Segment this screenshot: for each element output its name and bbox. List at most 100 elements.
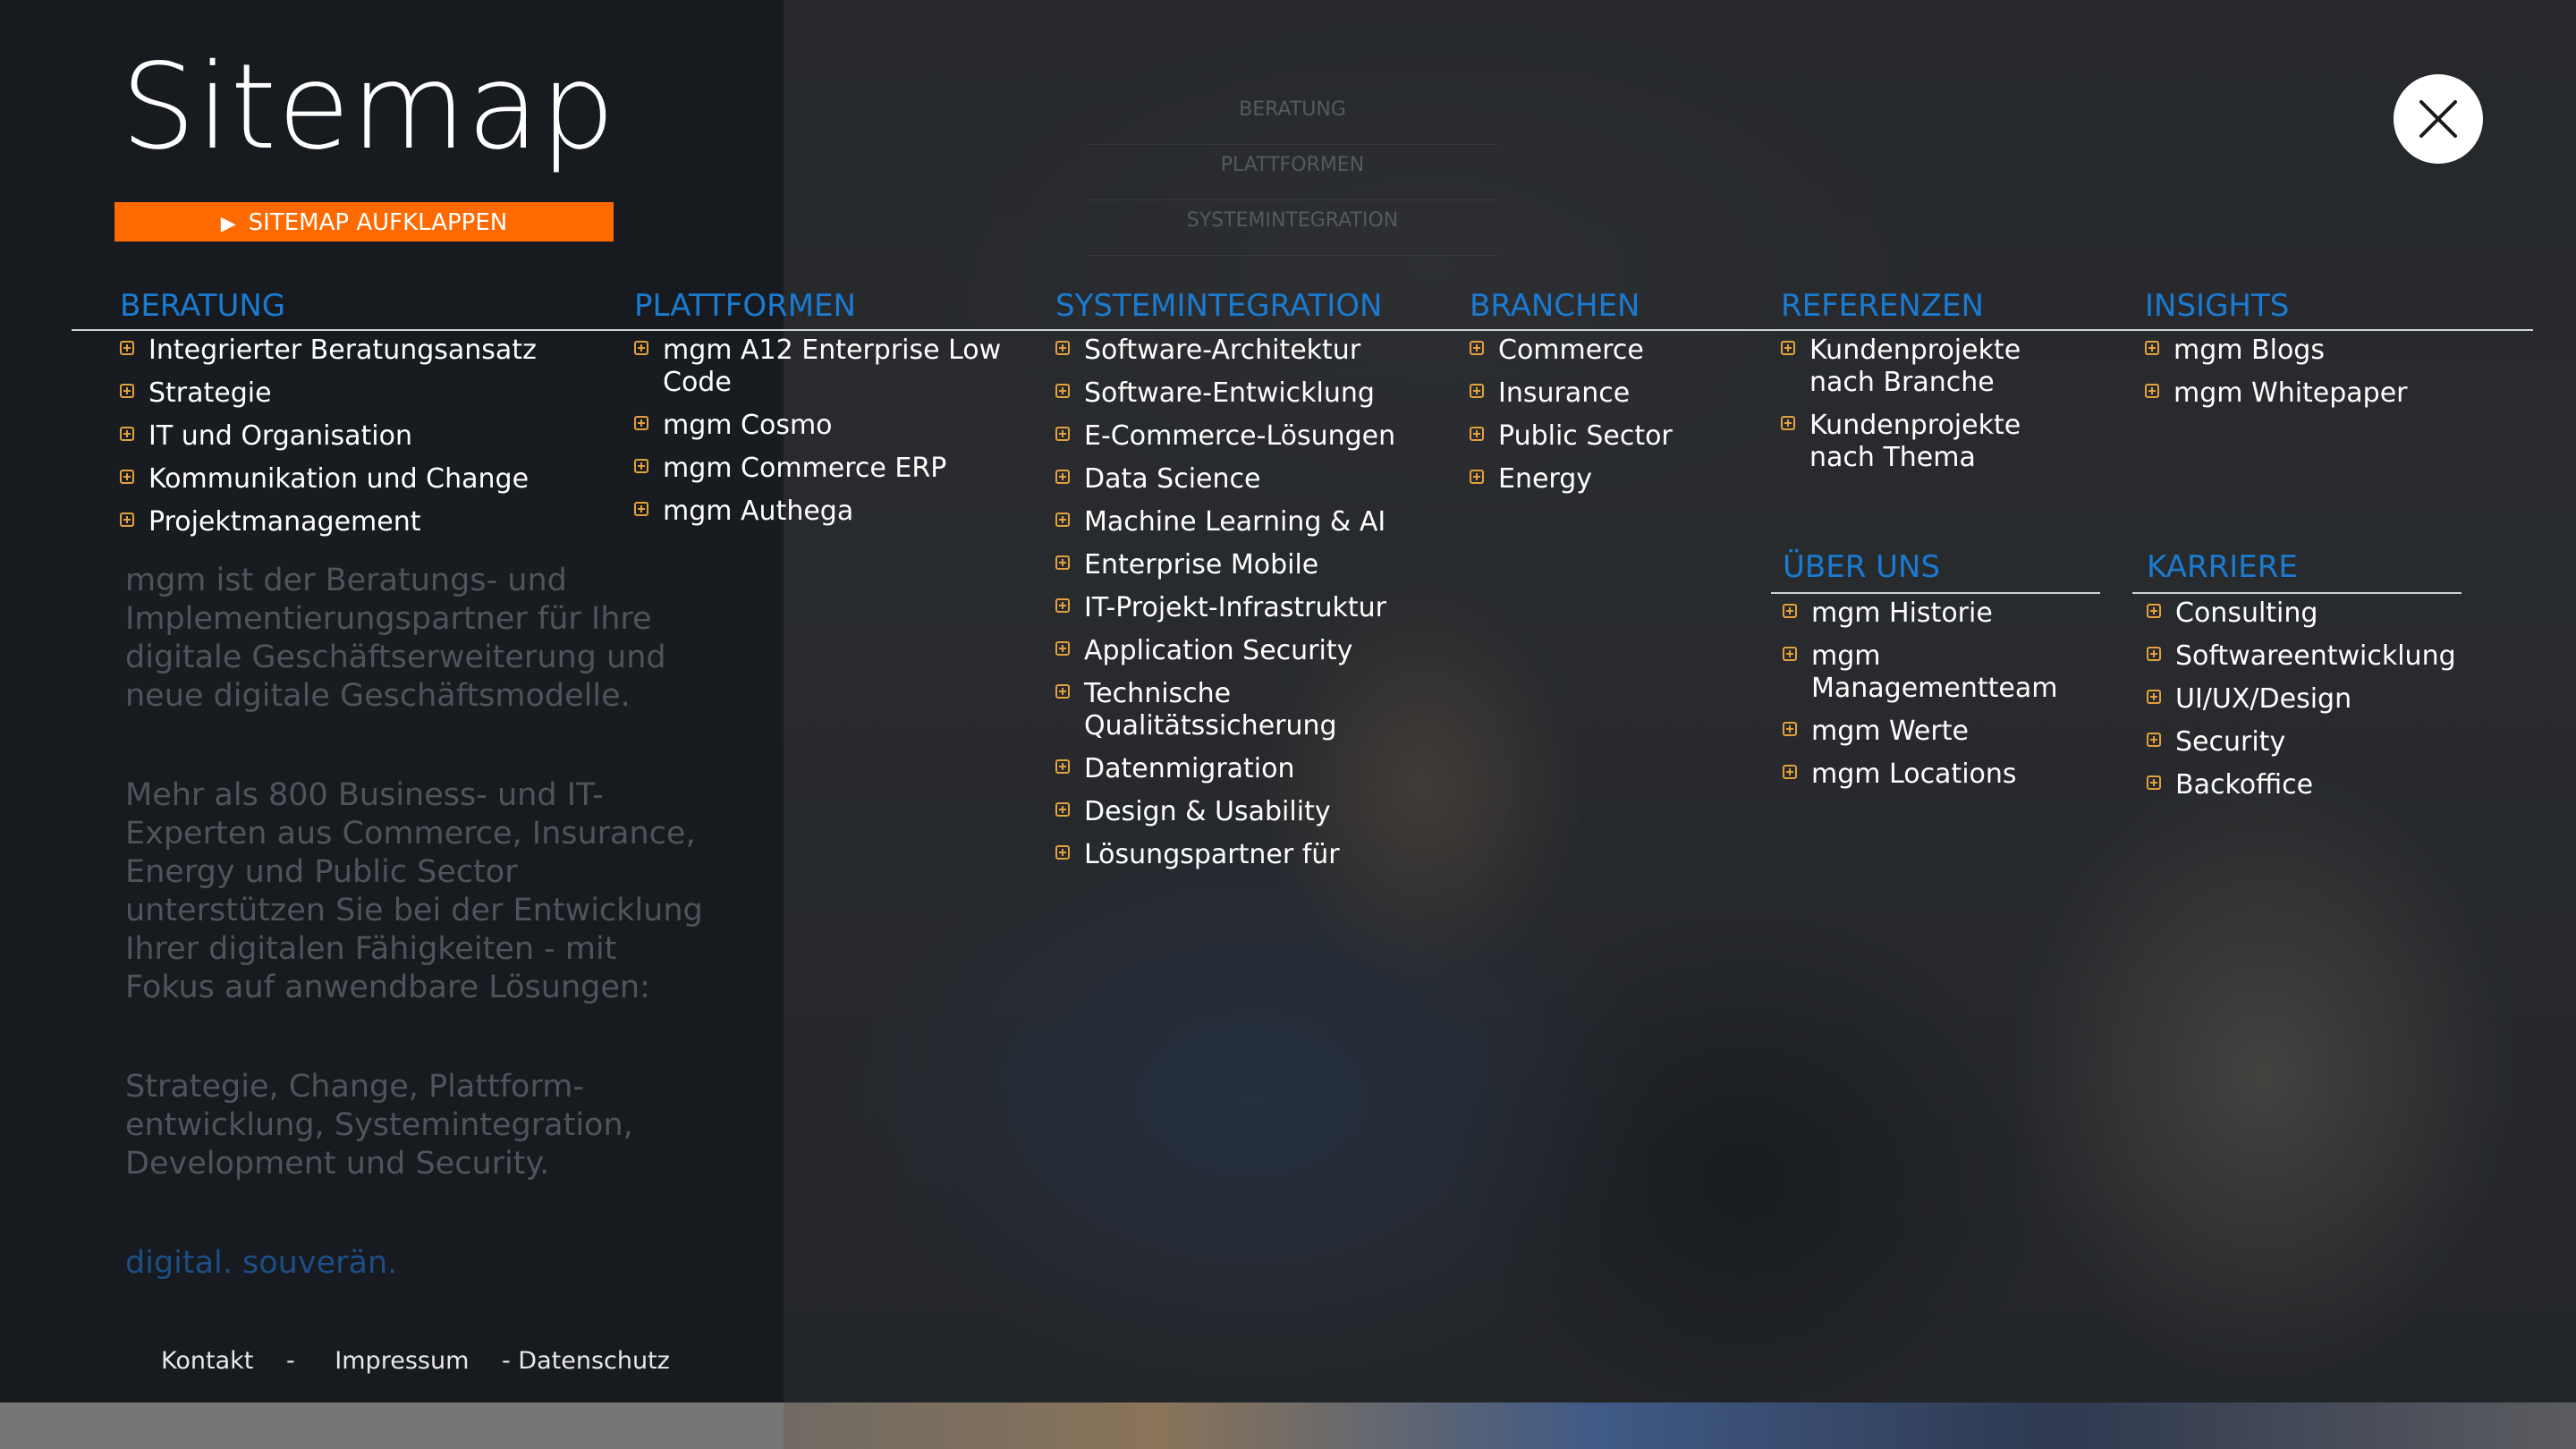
sitemap-link[interactable]: mgm Cosmo — [634, 410, 1010, 442]
heading-ueber-uns[interactable]: ÜBER UNS — [1783, 547, 1940, 587]
footer-separator: - — [285, 1347, 295, 1375]
sitemap-link[interactable]: mgm Locations — [1783, 758, 2131, 791]
sitemap-link[interactable]: Enterprise Mobile — [1055, 549, 1440, 581]
sitemap-link[interactable]: Security — [2147, 726, 2540, 758]
plus-square-icon — [1055, 470, 1070, 484]
plus-square-icon — [1055, 598, 1070, 613]
plus-square-icon — [1055, 513, 1070, 527]
karriere-divider — [2132, 592, 2462, 594]
kontakt-link[interactable]: Kontakt — [161, 1347, 253, 1375]
plus-square-icon — [634, 416, 648, 430]
sitemap-link[interactable]: Datenmigration — [1055, 753, 1440, 785]
impressum-link[interactable]: Impressum — [335, 1347, 469, 1375]
list-karriere: Consulting Softwareentwicklung UI/UX/Des… — [2147, 597, 2540, 812]
sitemap-link[interactable]: IT-Projekt-Infrastruktur — [1055, 592, 1440, 624]
sitemap-link[interactable]: mgm Historie — [1783, 597, 2131, 630]
plus-square-icon — [2147, 604, 2161, 618]
list-branchen: Commerce Insurance Public Sector Energy — [1470, 335, 1738, 506]
plus-square-icon — [1470, 427, 1484, 441]
heading-systemintegration[interactable]: SYSTEMINTEGRATION — [1055, 286, 1382, 326]
sitemap-link[interactable]: Software-Entwicklung — [1055, 377, 1440, 410]
sitemap-link[interactable]: UI/UX/Design — [2147, 683, 2540, 716]
sitemap-link[interactable]: Softwareentwicklung — [2147, 640, 2540, 673]
sitemap-link[interactable]: Application Security — [1055, 635, 1440, 667]
heading-beratung[interactable]: BERATUNG — [120, 286, 285, 326]
sitemap-link[interactable]: Consulting — [2147, 597, 2540, 630]
sitemap-link[interactable]: Public Sector — [1470, 420, 1738, 453]
plus-square-icon — [2145, 384, 2159, 398]
sitemap-link[interactable]: Software-Architektur — [1055, 335, 1440, 367]
list-ueber-uns: mgm Historie mgm Managementteam mgm Wert… — [1783, 597, 2131, 801]
sitemap-link[interactable]: mgm Managementteam — [1783, 640, 2131, 705]
sitemap-link[interactable]: IT und Organisation — [120, 420, 603, 453]
datenschutz-link[interactable]: - Datenschutz — [502, 1347, 670, 1375]
play-triangle-icon: ▶ — [220, 213, 236, 235]
background-nav-item: PLATTFORMEN — [1087, 145, 1498, 200]
plus-square-icon — [120, 384, 134, 398]
sitemap-link[interactable]: Kommunikation und Change — [120, 463, 603, 496]
plus-square-icon — [1055, 684, 1070, 699]
sitemap-link[interactable]: Backoffice — [2147, 769, 2540, 801]
intro-paragraph: Mehr als 800 Business- und IT-Experten a… — [125, 777, 703, 1005]
plus-square-icon — [2147, 647, 2161, 661]
background-nav-item: BERATUNG — [1087, 89, 1498, 145]
sitemap-link[interactable]: Integrierter Beratungsansatz — [120, 335, 603, 367]
expand-sitemap-button[interactable]: ▶ SITEMAP AUFKLAPPEN — [114, 202, 614, 242]
sitemap-link[interactable]: Kundenprojekte nach Branche — [1781, 335, 2021, 399]
background-nav-item: SYSTEMINTEGRATION — [1087, 200, 1498, 256]
plus-square-icon — [1055, 427, 1070, 441]
sitemap-link[interactable]: E-Commerce-Lösungen — [1055, 420, 1440, 453]
sitemap-link[interactable]: mgm A12 Enterprise Low Code — [634, 335, 1010, 399]
close-icon — [2419, 100, 2457, 138]
heading-branchen[interactable]: BRANCHEN — [1470, 286, 1640, 326]
list-systemintegration: Software-Architektur Software-Entwicklun… — [1055, 335, 1440, 882]
plus-square-icon — [1470, 384, 1484, 398]
background-nav: BERATUNG PLATTFORMEN SYSTEMINTEGRATION — [1087, 89, 1498, 256]
sitemap-link[interactable]: Insurance — [1470, 377, 1738, 410]
sitemap-link[interactable]: Design & Usability — [1055, 796, 1440, 828]
plus-square-icon — [1055, 384, 1070, 398]
plus-square-icon — [120, 513, 134, 527]
plus-square-icon — [1470, 470, 1484, 484]
plus-square-icon — [1783, 722, 1797, 736]
page-title: Sitemap — [121, 38, 616, 176]
plus-square-icon — [634, 502, 648, 516]
heading-divider — [72, 329, 2533, 331]
sitemap-link[interactable]: mgm Blogs — [2145, 335, 2503, 367]
plus-square-icon — [120, 427, 134, 441]
sitemap-link[interactable]: Strategie — [120, 377, 603, 410]
heading-referenzen[interactable]: REFERENZEN — [1781, 286, 1984, 326]
sitemap-link[interactable]: Technische Qualitätssicherung — [1055, 678, 1343, 742]
plus-square-icon — [1781, 341, 1795, 355]
plus-square-icon — [2145, 341, 2159, 355]
ueber-uns-divider — [1771, 592, 2100, 594]
plus-square-icon — [2147, 775, 2161, 790]
list-beratung: Integrierter Beratungsansatz Strategie I… — [120, 335, 603, 549]
sitemap-link[interactable]: Energy — [1470, 463, 1738, 496]
sitemap-link[interactable]: Projektmanagement — [120, 506, 603, 538]
sitemap-link[interactable]: mgm Whitepaper — [2145, 377, 2503, 410]
heading-plattformen[interactable]: PLATTFORMEN — [634, 286, 856, 326]
sitemap-link[interactable]: mgm Werte — [1783, 716, 2131, 748]
intro-paragraph: Strategie, Change, Plattform-entwicklung… — [125, 1069, 633, 1182]
plus-square-icon — [1783, 604, 1797, 618]
plus-square-icon — [1055, 802, 1070, 817]
heading-insights[interactable]: INSIGHTS — [2145, 286, 2289, 326]
sitemap-link[interactable]: Commerce — [1470, 335, 1738, 367]
plus-square-icon — [1783, 647, 1797, 661]
plus-square-icon — [1055, 555, 1070, 570]
sitemap-link[interactable]: Data Science — [1055, 463, 1440, 496]
close-button[interactable] — [2394, 74, 2483, 164]
sitemap-link[interactable]: Kundenprojekte nach Thema — [1781, 410, 2021, 474]
plus-square-icon — [1470, 341, 1484, 355]
sitemap-link[interactable]: Lösungspartner für — [1055, 839, 1440, 871]
expand-sitemap-label: SITEMAP AUFKLAPPEN — [248, 209, 508, 236]
plus-square-icon — [1055, 341, 1070, 355]
plus-square-icon — [2147, 690, 2161, 704]
list-plattformen: mgm A12 Enterprise Low Code mgm Cosmo mg… — [634, 335, 1010, 538]
heading-karriere[interactable]: KARRIERE — [2147, 547, 2298, 587]
sitemap-link[interactable]: mgm Authega — [634, 496, 1010, 528]
sitemap-link[interactable]: Machine Learning & AI — [1055, 506, 1440, 538]
sitemap-link[interactable]: mgm Commerce ERP — [634, 453, 1010, 485]
list-referenzen: Kundenprojekte nach Branche Kundenprojek… — [1781, 335, 2021, 485]
